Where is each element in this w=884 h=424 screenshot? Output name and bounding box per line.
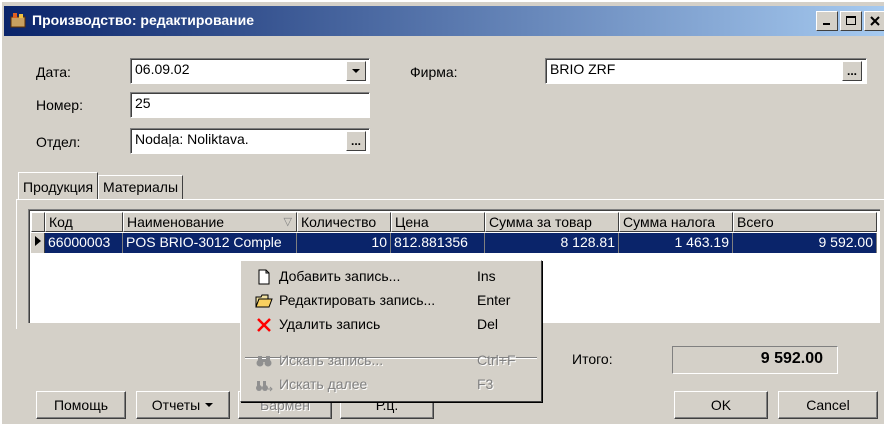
- close-icon: [870, 16, 880, 26]
- cell-quantity[interactable]: 10: [297, 233, 391, 253]
- firm-field[interactable]: BRIO ZRF: [545, 58, 867, 84]
- department-value: Nodaļa: Noliktava.: [135, 131, 249, 147]
- menu-item-label: Искать запись...: [279, 352, 384, 368]
- menu-item-edit-record[interactable]: Редактировать запись... Enter: [243, 289, 539, 313]
- number-label: Номер:: [36, 97, 83, 113]
- department-field[interactable]: Nodaļa: Noliktava.: [130, 128, 370, 154]
- ellipsis-icon: ...: [846, 64, 857, 78]
- column-header-name[interactable]: Наименование ▽: [123, 212, 297, 232]
- reports-button-label: Отчеты: [151, 397, 201, 413]
- menu-item-shortcut: Ctrl+F: [477, 352, 516, 368]
- total-label: Итого:: [572, 351, 613, 367]
- menu-item-shortcut: Ins: [477, 268, 496, 284]
- total-value: 9 592.00: [672, 346, 838, 374]
- column-header-total[interactable]: Всего: [733, 212, 877, 232]
- cancel-button[interactable]: Cancel: [778, 391, 878, 419]
- maximize-button[interactable]: [840, 11, 862, 31]
- date-field[interactable]: 06.09.02: [130, 58, 370, 84]
- cell-name[interactable]: POS BRIO-3012 Comple: [123, 233, 297, 253]
- menu-item-label: Редактировать запись...: [279, 292, 436, 308]
- firm-lookup-button[interactable]: ...: [842, 61, 862, 81]
- title-bar[interactable]: Производство: редактирование: [4, 6, 884, 36]
- delete-x-icon: [255, 316, 273, 334]
- menu-item-shortcut: F3: [477, 376, 494, 392]
- menu-item-shortcut: Enter: [477, 292, 511, 308]
- minimize-button[interactable]: [816, 11, 838, 31]
- edit-window: Производство: редактирование Дата: 06.09…: [0, 0, 884, 424]
- chevron-down-icon: [352, 69, 360, 73]
- menu-item-shortcut: Del: [477, 316, 499, 332]
- number-value: 25: [135, 95, 151, 111]
- cell-total[interactable]: 9 592.00: [733, 233, 877, 253]
- dropdown-arrow-icon: [205, 403, 214, 407]
- context-menu: Добавить запись... Ins Редактировать зап…: [240, 260, 542, 402]
- cell-price[interactable]: 812.881356: [391, 233, 485, 253]
- department-lookup-button[interactable]: ...: [346, 131, 366, 151]
- menu-item-label: Добавить запись...: [279, 268, 401, 284]
- department-label: Отдел:: [36, 134, 81, 150]
- grid-corner: [31, 212, 45, 232]
- sort-triangle-icon: ▽: [283, 216, 292, 228]
- cell-code[interactable]: 66000003: [45, 233, 123, 253]
- cell-item-sum[interactable]: 8 128.81: [485, 233, 619, 253]
- maximize-icon: [846, 16, 856, 25]
- column-header-price[interactable]: Цена: [391, 212, 485, 232]
- cell-tax-sum[interactable]: 1 463.19: [619, 233, 733, 253]
- column-header-item-sum[interactable]: Сумма за товар: [485, 212, 619, 232]
- help-button[interactable]: Помощь: [36, 391, 126, 419]
- table-row[interactable]: 66000003 POS BRIO-3012 Comple 10 812.881…: [31, 233, 877, 253]
- reports-button[interactable]: Отчеты: [136, 391, 230, 419]
- tab-products[interactable]: Продукция: [18, 172, 99, 199]
- ellipsis-icon: ...: [350, 134, 361, 148]
- open-folder-icon: [255, 292, 273, 310]
- number-field[interactable]: 25: [130, 92, 370, 118]
- grid-header: Код Наименование ▽ Количество Цена Сумма…: [31, 212, 877, 232]
- minimize-icon: [823, 23, 830, 25]
- column-header-tax-sum[interactable]: Сумма налога: [619, 212, 733, 232]
- date-value: 06.09.02: [135, 61, 190, 77]
- date-label: Дата:: [36, 64, 71, 80]
- column-header-code[interactable]: Код: [45, 212, 123, 232]
- find-next-icon: [255, 376, 273, 394]
- binoculars-icon: [255, 352, 273, 370]
- menu-item-find-next[interactable]: Искать далее F3: [243, 373, 539, 397]
- row-indicator-icon: [31, 233, 45, 253]
- date-dropdown-button[interactable]: [346, 61, 366, 81]
- menu-item-label: Искать далее: [279, 376, 368, 392]
- column-header-quantity[interactable]: Количество: [297, 212, 391, 232]
- new-document-icon: [255, 268, 273, 286]
- menu-item-find-record[interactable]: Искать запись... Ctrl+F: [243, 349, 539, 373]
- tab-materials[interactable]: Материалы: [98, 175, 184, 199]
- window-title: Производство: редактирование: [32, 12, 255, 28]
- column-header-name-label: Наименование: [127, 214, 225, 230]
- menu-item-add-record[interactable]: Добавить запись... Ins: [243, 265, 539, 289]
- menu-item-label: Удалить запись: [279, 316, 381, 332]
- firm-label: Фирма:: [410, 64, 458, 80]
- menu-item-delete-record[interactable]: Удалить запись Del: [243, 313, 539, 337]
- firm-value: BRIO ZRF: [550, 61, 616, 77]
- app-icon: [9, 11, 27, 29]
- ok-button[interactable]: OK: [674, 391, 768, 419]
- close-button[interactable]: [864, 11, 884, 31]
